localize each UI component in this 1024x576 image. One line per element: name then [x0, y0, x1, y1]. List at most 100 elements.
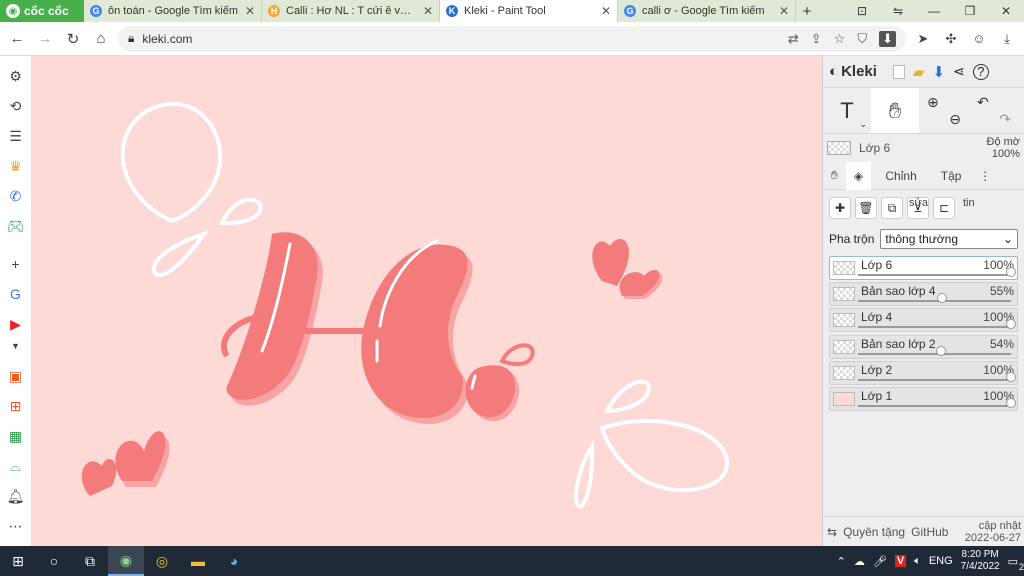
sync-icon[interactable]: ⇋ — [880, 0, 916, 22]
tab-2[interactable]: K Kleki - Paint Tool ✕ — [440, 0, 618, 22]
layer-row[interactable]: Bản sao lớp 2 54% — [829, 334, 1018, 359]
close-icon[interactable]: ✕ — [423, 4, 433, 18]
hand-tool-button[interactable]: ✋︎ — [871, 88, 919, 133]
blend-mode-select[interactable]: thông thường ⌄ — [880, 229, 1018, 249]
restore-icon[interactable]: ❐ — [952, 0, 988, 22]
layer-row[interactable]: Lớp 1 100% — [829, 386, 1018, 411]
chevron-up-icon[interactable]: ⌃ — [837, 555, 846, 568]
youtube-icon[interactable]: ▶ — [6, 314, 26, 334]
swap-icon[interactable]: ⇆ — [827, 525, 837, 539]
tab-1[interactable]: H Calli : Hơ NL : T cứi ê với Mu ✕ — [262, 0, 440, 22]
browser-brand[interactable]: ◉ cốc cốc — [0, 0, 84, 22]
close-icon[interactable]: ✕ — [779, 4, 789, 18]
home-icon[interactable]: ⌂ — [90, 28, 112, 50]
cursor-extension-icon[interactable]: ➤ — [912, 28, 934, 50]
bookmark-star-icon[interactable]: ☆ — [834, 31, 846, 47]
tab-hand[interactable]: ✋︎ — [823, 162, 846, 190]
opacity-slider[interactable] — [858, 319, 1016, 330]
notification-icon[interactable]: ▭ 2 — [1008, 555, 1024, 572]
shield-icon[interactable]: ⛉ — [857, 31, 867, 47]
translate-icon[interactable]: ⇄ — [788, 31, 799, 47]
share-icon[interactable]: ⇪ — [811, 31, 822, 47]
zoom-out-icon[interactable]: ⊖ — [949, 111, 961, 128]
downloads-icon[interactable]: ⤓ — [996, 28, 1018, 50]
download-page-icon[interactable]: ⬇ — [879, 30, 896, 47]
opacity-slider[interactable] — [858, 345, 1011, 356]
opacity-slider[interactable] — [858, 293, 1011, 304]
mic-icon[interactable]: 🎤︎ — [873, 555, 887, 568]
redo-icon[interactable]: ↷ — [999, 111, 1011, 128]
close-window-icon[interactable]: ✕ — [988, 0, 1024, 22]
tab-0[interactable]: G ôn toán - Google Tìm kiếm ✕ — [84, 0, 262, 22]
text-tool-button[interactable]: T ⌄ — [823, 88, 871, 133]
messenger-icon[interactable]: ✆ — [6, 186, 26, 206]
cart-icon[interactable]: ⊞ — [6, 396, 26, 416]
opacity-slider-knob[interactable] — [935, 345, 946, 356]
windows-start-icon[interactable]: ⊞ — [0, 546, 36, 576]
extensions-puzzle-icon[interactable]: ✣ — [940, 28, 962, 50]
download-icon[interactable]: ⬇ — [932, 63, 945, 81]
new-tab-button[interactable]: + — [796, 0, 818, 22]
language-indicator[interactable]: ENG — [929, 555, 953, 567]
github-link[interactable]: GitHub — [911, 525, 948, 539]
help-icon[interactable]: ? — [972, 63, 989, 80]
tab-3[interactable]: G calli ơ - Google Tìm kiếm ✕ — [618, 0, 796, 22]
more-vertical-icon[interactable]: ⋮ — [971, 162, 999, 190]
close-icon[interactable]: ✕ — [245, 4, 255, 18]
tab-file[interactable]: Tập — [931, 162, 971, 190]
search-icon[interactable]: ○ — [36, 546, 72, 576]
reading-list-icon[interactable]: ☰ — [6, 126, 26, 146]
coccoc-taskbar-icon[interactable]: ◉ — [108, 546, 144, 576]
new-file-icon[interactable] — [892, 64, 905, 79]
more-icon[interactable]: ⋯ — [6, 516, 26, 536]
chrome-taskbar-icon[interactable]: ◎ — [144, 546, 180, 576]
back-icon[interactable]: ← — [6, 28, 28, 50]
zoom-in-icon[interactable]: ⊕ — [927, 94, 939, 111]
vietkey-icon[interactable]: V — [894, 555, 907, 567]
tab-layers[interactable]: ◈ — [845, 161, 872, 190]
layer-row[interactable]: Lớp 4 100% — [829, 308, 1018, 333]
clock[interactable]: 8:20 PM 7/4/2022 — [961, 549, 1000, 573]
opacity-slider[interactable] — [858, 267, 1016, 277]
chevron-down-icon[interactable]: ▼ — [6, 336, 26, 356]
add-layer-button[interactable]: ✚ — [829, 197, 851, 219]
opacity-slider[interactable] — [858, 397, 1016, 408]
translate-sidebar-icon[interactable]: G — [6, 284, 26, 304]
opacity-slider-knob[interactable] — [1006, 397, 1016, 408]
speaker-icon[interactable]: 🔈︎ — [914, 555, 921, 568]
reload-icon[interactable]: ↻ — [62, 28, 84, 50]
layer-row[interactable]: Bản sao lớp 4 55% — [829, 282, 1018, 307]
shopee-icon[interactable]: ▣ — [6, 366, 26, 386]
add-icon[interactable]: + — [6, 254, 26, 274]
duplicate-layer-button[interactable]: ⧉ — [881, 197, 903, 219]
opacity-slider-knob[interactable] — [1006, 371, 1016, 382]
task-view-icon[interactable]: ⧉ — [72, 546, 108, 576]
rename-layer-button[interactable]: ⊏ — [933, 197, 955, 219]
donate-link[interactable]: Quyên tặng — [843, 525, 905, 539]
delete-layer-button[interactable]: 🗑︎ — [855, 197, 877, 219]
layer-row[interactable]: Lớp 2 100% — [829, 360, 1018, 385]
opacity-slider-knob[interactable] — [1006, 319, 1016, 330]
opacity-slider-knob[interactable] — [937, 293, 948, 304]
drawing-canvas[interactable] — [32, 56, 822, 546]
open-folder-icon[interactable]: ▰ — [913, 63, 925, 81]
cloud-icon[interactable]: ☁ — [854, 555, 865, 568]
minimize-icon[interactable]: — — [916, 0, 952, 22]
opacity-slider[interactable] — [858, 371, 1016, 382]
profile-avatar-icon[interactable]: ☺ — [968, 28, 990, 50]
history-icon[interactable]: ⟲ — [6, 96, 26, 116]
opacity-slider-knob[interactable] — [1006, 267, 1016, 277]
close-icon[interactable]: ✕ — [601, 4, 611, 18]
tab-search-icon[interactable]: ⊡ — [844, 0, 880, 22]
notification-bell-icon[interactable]: 🔔︎ — [6, 486, 26, 506]
file-explorer-icon[interactable]: ▬ — [180, 546, 216, 576]
share-icon[interactable]: ⋖ — [953, 63, 965, 80]
update-info[interactable]: cập nhật 2022-06-27 — [965, 520, 1021, 544]
settings-gear-icon[interactable]: ⚙ — [6, 66, 26, 86]
sheet-icon[interactable]: ▦ — [6, 426, 26, 446]
crown-icon[interactable]: ♛ — [6, 156, 26, 176]
undo-icon[interactable]: ↶ — [977, 94, 989, 111]
url-bar[interactable]: 🔒︎ kleki.com ⇄ ⇪ ☆ ⛉ ⬇ — [118, 25, 906, 52]
game-controller-icon[interactable]: 🎮︎ — [6, 216, 26, 236]
forward-icon[interactable]: → — [34, 28, 56, 50]
